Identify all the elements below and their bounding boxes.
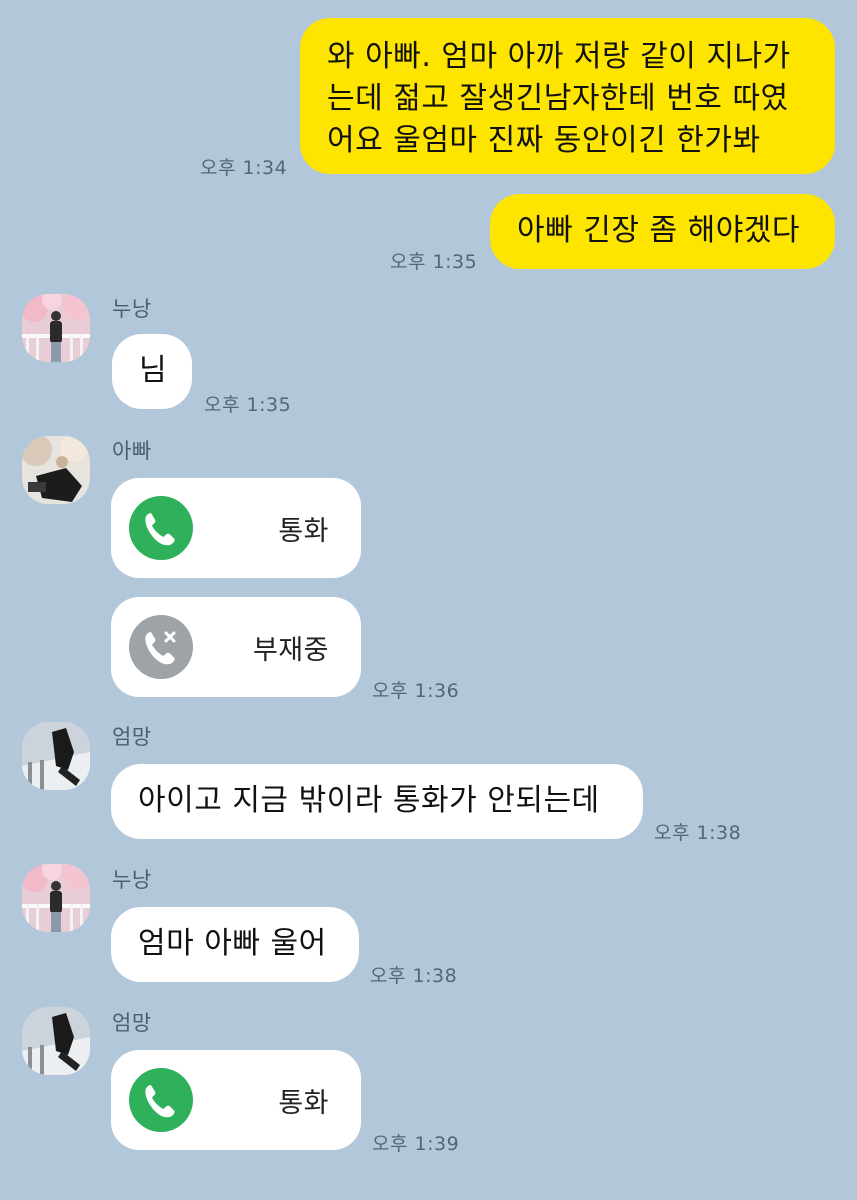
call-status-label: 부재중 [252, 634, 329, 666]
sender-name: 엄망 [112, 725, 152, 749]
avatar-appa[interactable] [22, 436, 90, 504]
message-text: 님 [139, 353, 168, 388]
call-status-label: 통화 [278, 515, 329, 547]
message-timestamp: 오후 1:36 [372, 680, 460, 702]
message-timestamp: 오후 1:39 [372, 1133, 460, 1155]
chat-room: 와 아빠. 엄마 아까 저랑 같이 지나가 는데 젊고 잘생긴남자한테 번호 따… [0, 0, 857, 1200]
their-message-bubble[interactable]: 엄마 아빠 울어 [111, 907, 359, 982]
their-message-bubble[interactable]: 아이고 지금 밖이라 통화가 안되는데 [111, 764, 643, 839]
their-message-bubble[interactable]: 님 [112, 334, 192, 409]
message-timestamp: 오후 1:38 [370, 965, 458, 987]
sender-name: 누낭 [112, 868, 152, 892]
voice-call-bubble[interactable]: 통화 [111, 478, 361, 578]
call-status-label: 통화 [278, 1087, 329, 1119]
message-timestamp: 오후 1:38 [654, 822, 742, 844]
sender-name: 엄망 [112, 1011, 152, 1035]
message-text: 아이고 지금 밖이라 통화가 안되는데 [138, 783, 600, 818]
avatar-nunang[interactable] [22, 294, 90, 362]
message-line: 는데 젊고 잘생긴남자한테 번호 따였 [327, 81, 789, 116]
phone-icon [129, 1068, 193, 1132]
voice-call-bubble[interactable]: 통화 [111, 1050, 361, 1150]
avatar-nunang[interactable] [22, 864, 90, 932]
phone-icon [129, 496, 193, 560]
my-message-bubble[interactable]: 아빠 긴장 좀 해야겠다 [490, 194, 835, 269]
message-text: 아빠 긴장 좀 해야겠다 [517, 213, 801, 248]
message-line: 어요 울엄마 진짜 동안이긴 한가봐 [327, 123, 761, 158]
avatar-eommang[interactable] [22, 722, 90, 790]
avatar-eommang[interactable] [22, 1007, 90, 1075]
message-timestamp: 오후 1:35 [390, 251, 478, 273]
missed-call-icon [129, 615, 193, 679]
sender-name: 누낭 [112, 297, 152, 321]
message-line: 와 아빠. 엄마 아까 저랑 같이 지나가 [327, 39, 791, 74]
message-timestamp: 오후 1:34 [200, 157, 288, 179]
my-message-bubble[interactable]: 와 아빠. 엄마 아까 저랑 같이 지나가 는데 젊고 잘생긴남자한테 번호 따… [300, 18, 835, 174]
message-timestamp: 오후 1:35 [204, 394, 292, 416]
sender-name: 아빠 [112, 439, 152, 463]
missed-call-bubble[interactable]: 부재중 [111, 597, 361, 697]
message-text: 엄마 아빠 울어 [138, 926, 327, 961]
